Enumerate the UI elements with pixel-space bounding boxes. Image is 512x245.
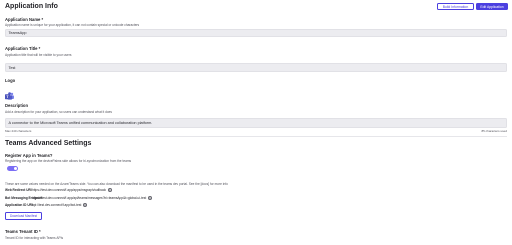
download-manifest-button[interactable]: Download Manifest — [5, 212, 42, 220]
description-used-counter: 85 characters used — [481, 129, 507, 133]
register-app-label: Register App in Teams? — [5, 153, 53, 158]
description-field[interactable]: A connector to the Microsoft Teams unifi… — [5, 118, 507, 128]
edit-application-button[interactable]: Edit Application — [476, 3, 508, 10]
application-id-uri-key: Application ID URI — [5, 203, 33, 207]
description-label: Description — [5, 103, 29, 108]
web-redirect-uri-value: https://test.dev.connect/f.app/apps/msgr… — [32, 188, 107, 192]
bot-messaging-endpoint-row: Bot Messaging Endpoint https://test.dev.… — [5, 196, 152, 200]
teams-tenant-id-label: Teams Tenant ID * — [5, 229, 41, 234]
bot-messaging-endpoint-value: https://test.dev.connect/f.app/api/teams… — [32, 196, 147, 200]
teams-advanced-settings-title: Teams Advanced Settings — [5, 140, 92, 147]
microsoft-teams-logo-icon[interactable]: T — [5, 87, 14, 100]
web-redirect-uri-row: Web Redirect URI https://test.dev.connec… — [5, 188, 112, 192]
web-redirect-uri-key: Web Redirect URI — [5, 188, 32, 192]
application-title-label: Application Title * — [5, 46, 41, 51]
bot-messaging-endpoint-key: Bot Messaging Endpoint — [5, 196, 43, 200]
application-title-field[interactable]: Test — [5, 63, 507, 72]
application-id-uri-value: api://test.dev.connect/f.app/bot-test — [32, 203, 82, 207]
build-information-button[interactable]: Build Information — [437, 3, 474, 10]
page-title: Application Info — [5, 3, 58, 10]
section-divider — [5, 136, 507, 137]
application-id-uri-row: Application ID URI api://test.dev.connec… — [5, 203, 87, 207]
application-name-label: Application Name * — [5, 17, 44, 22]
description-hint: Add a description for your application, … — [5, 110, 113, 114]
register-app-hint: Registering the app on the devicePalms s… — [5, 159, 132, 163]
copy-icon[interactable]: ⧉ — [147, 196, 152, 200]
teams-tenant-id-hint: Tenant ID for interacting with Teams API… — [5, 236, 64, 240]
teams-info-text: These are some values needed on the Azur… — [5, 182, 228, 186]
logo-label: Logo — [5, 78, 16, 83]
application-name-hint: Application name is unique for your appl… — [5, 23, 140, 27]
application-name-field[interactable]: TeamsApp — [5, 29, 507, 37]
description-value: A connector to the Microsoft Teams unifi… — [8, 121, 153, 125]
application-title-value: Test — [8, 65, 16, 70]
description-max-counter: Max 240 characters — [5, 129, 32, 133]
toggle-knob — [13, 166, 18, 171]
copy-icon[interactable]: ⧉ — [107, 188, 112, 192]
copy-icon[interactable]: ⧉ — [82, 203, 87, 207]
register-app-toggle[interactable] — [7, 166, 18, 171]
application-name-value: TeamsApp — [8, 31, 27, 35]
application-title-hint: Application title that will be visible t… — [5, 53, 72, 57]
